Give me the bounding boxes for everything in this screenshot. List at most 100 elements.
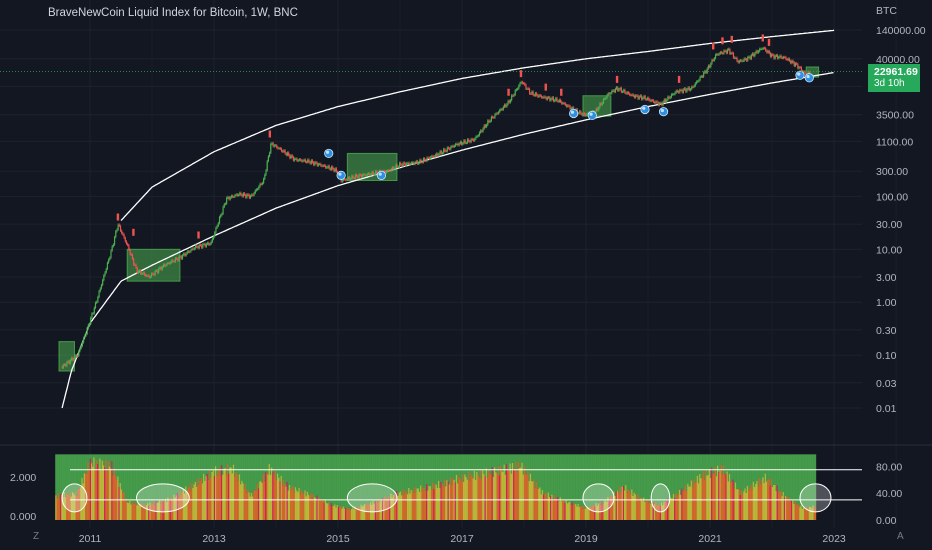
indicator-bar — [584, 508, 587, 520]
timezone-button[interactable]: Z — [33, 531, 39, 542]
candle — [641, 95, 643, 100]
bottom-signal-marker — [795, 70, 805, 80]
indicator-bar — [687, 483, 689, 520]
indicator-bar — [540, 454, 542, 495]
indicator-bar — [771, 487, 774, 520]
candle — [683, 88, 686, 90]
indicator-bar — [499, 465, 502, 520]
indicator-bar — [436, 487, 439, 520]
candle — [108, 259, 110, 263]
indicator-bar — [755, 454, 757, 484]
indicator-bar — [137, 502, 139, 520]
candle — [319, 163, 321, 165]
indicator-bar — [63, 454, 65, 492]
last-price-value: 22961.69 — [874, 66, 918, 78]
indicator-bar — [216, 454, 218, 476]
candle — [366, 173, 368, 176]
indicator-bar — [114, 475, 117, 520]
indicator-bar — [569, 501, 571, 520]
indicator-bar — [695, 481, 697, 520]
indicator-bar — [749, 487, 751, 520]
indicator-bar — [545, 492, 547, 520]
accumulation-zone — [346, 152, 398, 181]
indicator-bar — [121, 454, 124, 493]
indicator-bar — [242, 483, 244, 520]
indicator-bar — [232, 454, 235, 465]
candle — [558, 99, 560, 102]
candle — [91, 313, 93, 318]
candle — [400, 162, 402, 165]
candle — [794, 63, 797, 66]
candle — [792, 60, 794, 63]
candle — [273, 145, 275, 147]
indicator-bar — [557, 454, 559, 497]
indicator-bar — [509, 463, 511, 520]
indicator-bar — [724, 454, 726, 475]
indicator-bar — [55, 454, 57, 496]
candle — [240, 192, 242, 195]
candle — [472, 139, 475, 141]
auto-scale-button[interactable]: A — [897, 531, 904, 542]
indicator-bar — [433, 489, 435, 520]
candle — [748, 56, 750, 58]
price-chart[interactable]: 140000.0040000.0012000.003500.001100.003… — [0, 0, 932, 550]
indicator-bar — [397, 454, 399, 496]
indicator-bar — [312, 493, 315, 520]
indicator-bar — [708, 454, 711, 469]
candle — [224, 203, 227, 205]
indicator-bar — [470, 473, 472, 520]
indicator-bar — [745, 454, 748, 493]
candle — [790, 60, 792, 64]
candle — [756, 51, 758, 53]
indicator-bar — [631, 454, 633, 490]
indicator-bar — [522, 454, 525, 475]
indicator-bar — [719, 470, 721, 520]
indicator-bar — [296, 490, 298, 520]
indicator-bar — [98, 467, 100, 520]
indicator-bar — [640, 454, 643, 499]
indicator-bar — [318, 497, 321, 520]
indicator-bar — [802, 507, 805, 520]
indicator-bar — [348, 507, 350, 520]
candle — [701, 76, 704, 78]
indicator-bar — [336, 504, 339, 520]
indicator-bar — [678, 489, 681, 520]
indicator-bar — [502, 454, 504, 472]
indicator-bar — [131, 501, 133, 520]
indicator-bar — [751, 454, 753, 490]
indicator-bar — [452, 478, 454, 520]
indicator-bar — [528, 481, 531, 520]
indicator-bar — [504, 474, 507, 520]
indicator-bar — [253, 490, 255, 520]
indicator-bar — [397, 495, 399, 520]
indicator-bar — [773, 484, 775, 520]
candle — [457, 143, 459, 146]
candle — [568, 105, 570, 107]
indicator-bar — [416, 454, 418, 489]
candle — [299, 159, 302, 161]
indicator-bar — [733, 488, 736, 520]
candle — [170, 262, 172, 264]
candle — [734, 57, 736, 59]
indicator-bar — [260, 481, 262, 520]
candle — [500, 109, 502, 111]
indicator-bar — [712, 473, 714, 520]
candle — [714, 54, 717, 59]
indicator-bar — [635, 497, 638, 520]
indicator-bar — [751, 489, 753, 520]
candle — [719, 52, 721, 54]
candle — [672, 94, 674, 96]
indicator-bar — [454, 482, 457, 520]
indicator-bar — [415, 492, 417, 520]
indicator-bar — [558, 501, 560, 520]
indicator-bar — [646, 500, 649, 520]
indicator-bar — [118, 487, 120, 520]
indicator-bar — [323, 503, 325, 520]
candle — [722, 52, 724, 54]
indicator-bar — [706, 475, 708, 520]
candle — [308, 159, 310, 163]
indicator-bar — [319, 454, 322, 501]
indicator-bar — [734, 482, 737, 520]
candle — [257, 188, 259, 190]
indicator-bar — [738, 488, 740, 520]
